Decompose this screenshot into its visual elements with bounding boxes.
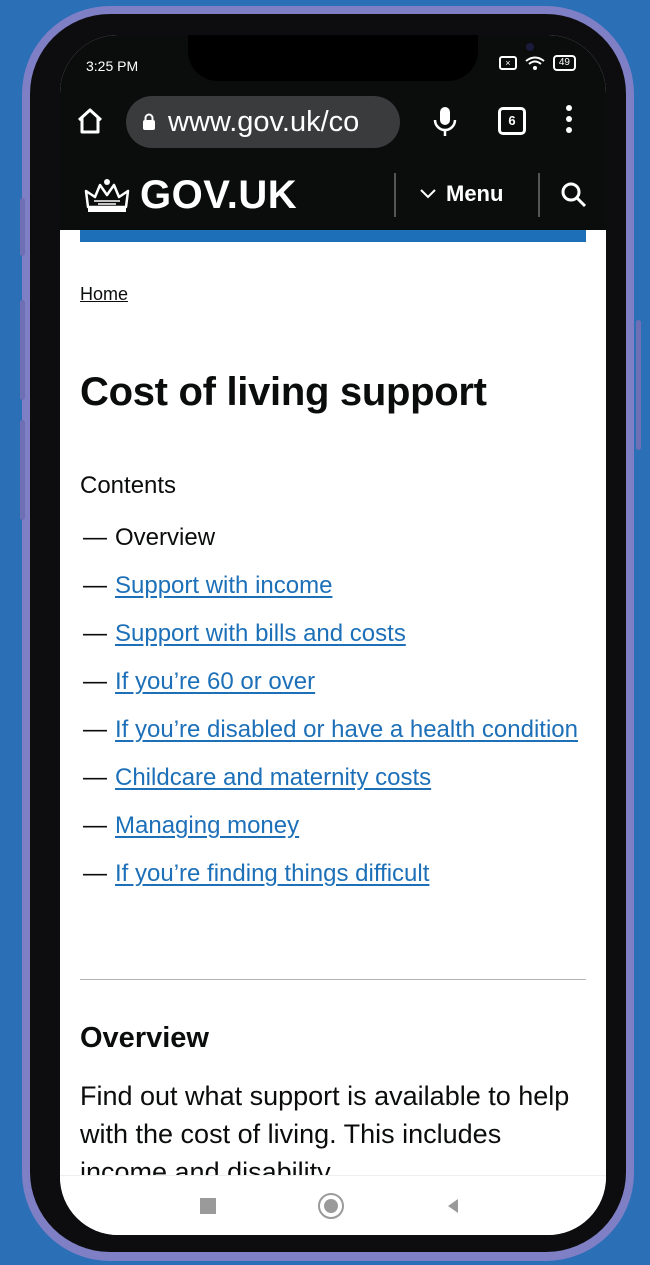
header-divider: [538, 173, 540, 217]
sim-icon: ×: [498, 56, 517, 70]
breadcrumb-home[interactable]: Home: [80, 284, 128, 305]
back-icon[interactable]: [446, 1198, 460, 1214]
phone-side-button: [20, 300, 25, 400]
camera-icon: [526, 43, 534, 51]
overview-text: Find out what support is available to he…: [80, 1081, 570, 1187]
contents-label: Contents: [80, 472, 177, 499]
contents-link[interactable]: If you’re disabled or have a health cond…: [115, 716, 578, 743]
phone-side-button: [20, 198, 25, 256]
contents-list-item: — Childcare and maternity costs: [80, 760, 586, 795]
contents-link[interactable]: If you’re 60 or over: [115, 668, 315, 695]
home-icon[interactable]: [74, 105, 106, 137]
contents-dash: —: [83, 764, 107, 791]
overflow-menu-icon[interactable]: [564, 105, 574, 137]
top-dark-area: 3:25 PM × 49 www.gov.uk/co 6 GOV.UK Menu: [60, 35, 606, 230]
contents-dash: —: [83, 524, 107, 551]
notch: [188, 35, 534, 81]
phone-screen: 3:25 PM × 49 www.gov.uk/co 6 GOV.UK Menu…: [60, 35, 606, 1235]
contents-list-item: — If you’re disabled or have a health con…: [80, 712, 586, 747]
contents-list: — Overview — Support with income — Support wi…: [80, 520, 586, 904]
microphone-icon[interactable]: [432, 105, 458, 139]
phone-side-button: [20, 420, 25, 520]
url-text: www.gov.uk/co: [168, 105, 360, 138]
header-divider: [394, 173, 396, 217]
menu-label: Menu: [446, 181, 504, 206]
contents-list-item: — Support with income: [80, 568, 586, 603]
search-icon[interactable]: [560, 181, 588, 209]
crown-icon: [84, 178, 130, 212]
contents-link[interactable]: Childcare and maternity costs: [115, 764, 431, 791]
contents-link[interactable]: Managing money: [115, 812, 299, 839]
govuk-header: GOV.UK Menu: [60, 163, 606, 230]
address-bar[interactable]: www.gov.uk/co: [126, 96, 400, 148]
contents-list-item: — Overview: [80, 520, 586, 555]
overview-heading: Overview: [80, 1022, 209, 1054]
home-nav-icon[interactable]: [318, 1193, 344, 1219]
header-blue-strip: [80, 230, 586, 242]
contents-dash: —: [83, 716, 107, 743]
wifi-icon: [525, 56, 545, 70]
status-time: 3:25 PM: [86, 58, 139, 74]
tab-switcher-button[interactable]: 6: [498, 107, 526, 135]
contents-current-item: Overview: [115, 524, 216, 551]
contents-list-item: — Support with bills and costs: [80, 616, 586, 651]
page-title: Cost of living support: [80, 370, 487, 414]
chevron-down-icon: [420, 189, 436, 199]
lock-icon: [143, 113, 155, 130]
contents-link[interactable]: If you’re finding things difficult: [115, 860, 429, 887]
contents-dash: —: [83, 620, 107, 647]
govuk-logo[interactable]: GOV.UK: [82, 173, 297, 218]
contents-dash: —: [83, 812, 107, 839]
status-icons: × 49: [498, 55, 576, 71]
contents-list-item: — If you’re 60 or over: [80, 664, 586, 699]
browser-toolbar: www.gov.uk/co 6: [60, 93, 606, 153]
section-divider: [80, 979, 586, 980]
phone-power-button: [636, 320, 641, 450]
contents-list-item: — If you’re finding things difficult: [80, 856, 586, 891]
contents-list-item: — Managing money: [80, 808, 586, 843]
contents-dash: —: [83, 668, 107, 695]
contents-dash: —: [83, 860, 107, 887]
android-nav-bar: [60, 1175, 606, 1235]
contents-link[interactable]: Support with bills and costs: [115, 620, 406, 647]
battery-icon: 49: [552, 55, 576, 71]
menu-button[interactable]: Menu: [420, 181, 503, 207]
contents-link[interactable]: Support with income: [115, 572, 332, 599]
recents-icon[interactable]: [200, 1198, 216, 1214]
govuk-logo-text: GOV.UK: [140, 173, 298, 217]
contents-dash: —: [83, 572, 107, 599]
